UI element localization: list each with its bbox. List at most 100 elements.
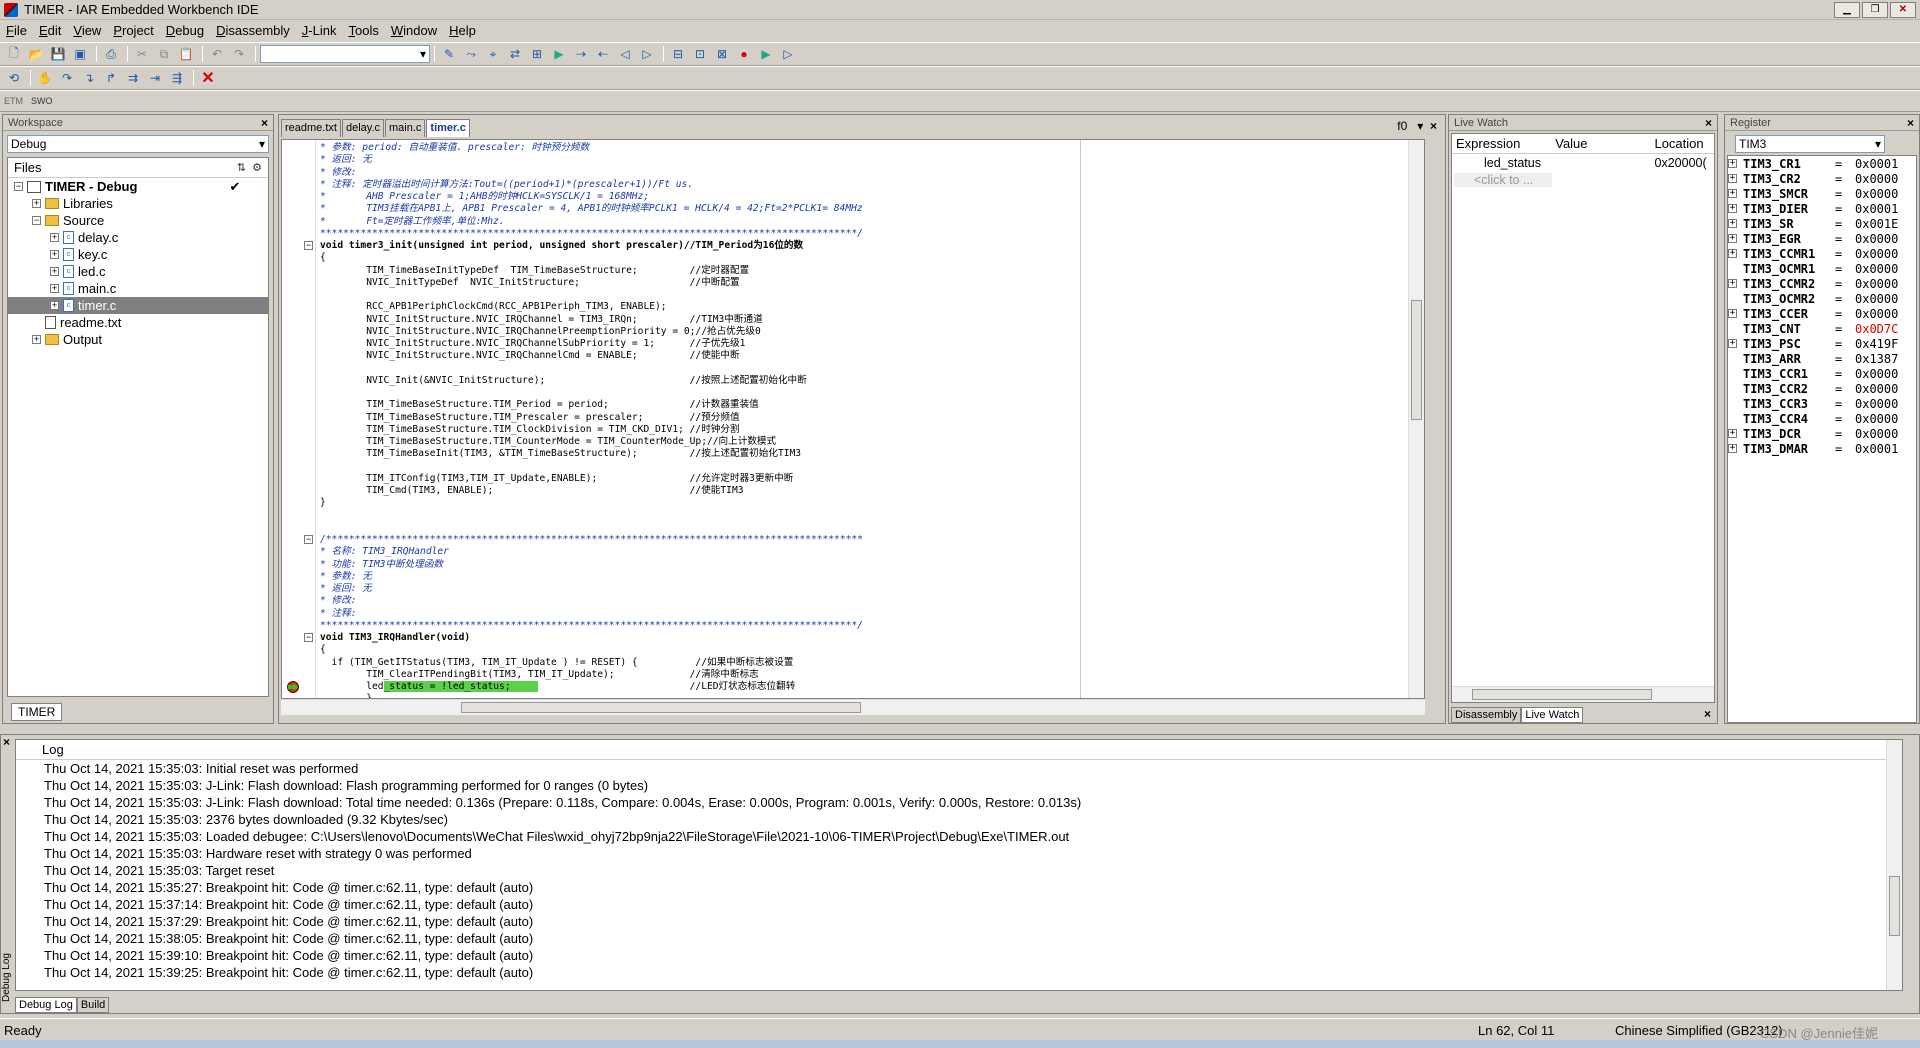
register-row[interactable]: TIM3_CCR1 = 0x0000 [1728, 366, 1916, 381]
save-all-icon[interactable]: ▣ [70, 45, 90, 63]
register-row[interactable]: TIM3_CCR3 = 0x0000 [1728, 396, 1916, 411]
minimize-button[interactable]: ▁ [1834, 2, 1860, 18]
run-to-cursor-icon[interactable]: ⇥ [145, 69, 165, 87]
code-view[interactable]: − − − * 参数: period: 自动重装值. prescaler: 时钟预分… [281, 139, 1425, 699]
register-row[interactable]: + TIM3_CCMR2 = 0x0000 [1728, 276, 1916, 291]
code-gutter[interactable]: − − − [282, 140, 316, 698]
fold-icon[interactable]: − [304, 633, 313, 642]
expand-icon[interactable]: + [1728, 339, 1737, 348]
register-value[interactable]: 0x0000 [1855, 292, 1915, 306]
expand-icon[interactable]: + [1728, 159, 1737, 168]
menu-view[interactable]: View [67, 21, 107, 41]
menu-window[interactable]: Window [385, 21, 443, 41]
register-value[interactable]: 0x0000 [1855, 277, 1915, 291]
save-icon[interactable]: 💾 [48, 45, 68, 63]
register-row[interactable]: TIM3_OCMR2 = 0x0000 [1728, 291, 1916, 306]
menu-jlink[interactable]: J-Link [296, 21, 343, 41]
register-row[interactable]: TIM3_ARR = 0x1387 [1728, 351, 1916, 366]
col-expression[interactable]: Expression [1452, 136, 1551, 151]
register-value[interactable]: 0x0001 [1855, 442, 1915, 456]
livewatch-tab-close-icon[interactable]: × [1704, 707, 1711, 721]
next-statement-icon[interactable]: ⇉ [123, 69, 143, 87]
next-bookmark-icon[interactable]: ⇢ [571, 45, 591, 63]
register-value[interactable]: 0x0000 [1855, 427, 1915, 441]
replace-icon[interactable]: ⇄ [505, 45, 525, 63]
menu-project[interactable]: Project [107, 21, 159, 41]
menu-edit[interactable]: Edit [33, 21, 67, 41]
tree-item[interactable]: + Output [8, 331, 268, 348]
maximize-button[interactable]: ❐ [1862, 2, 1888, 18]
register-row[interactable]: + TIM3_CR1 = 0x0001 [1728, 156, 1916, 171]
register-row[interactable]: TIM3_CCR2 = 0x0000 [1728, 381, 1916, 396]
step-over-icon[interactable]: ↷ [57, 69, 77, 87]
register-value[interactable]: 0x419F [1855, 337, 1915, 351]
tab-timer[interactable]: timer.c [426, 119, 470, 137]
register-value[interactable]: 0x0000 [1855, 412, 1915, 426]
col-value[interactable]: Value [1551, 136, 1650, 151]
register-row[interactable]: + TIM3_DMAR = 0x0001 [1728, 441, 1916, 456]
menu-help[interactable]: Help [443, 21, 482, 41]
nav-back-icon[interactable]: ◁ [615, 45, 635, 63]
col-location[interactable]: Location [1650, 136, 1714, 151]
find-next-icon[interactable]: ⤳ [461, 45, 481, 63]
break-icon[interactable]: ✋ [35, 69, 55, 87]
expand-icon[interactable]: + [50, 267, 59, 276]
register-value[interactable]: 0x0000 [1855, 307, 1915, 321]
tree-item[interactable]: + c main.c [8, 280, 268, 297]
close-button[interactable]: ✕ [1890, 2, 1916, 18]
paste-icon[interactable]: 📋 [176, 45, 196, 63]
tab-readme[interactable]: readme.txt [281, 119, 341, 137]
undo-icon[interactable]: ↶ [207, 45, 227, 63]
nav-forward-icon[interactable]: ▷ [637, 45, 657, 63]
tree-item[interactable]: readme.txt [8, 314, 268, 331]
go-icon[interactable]: ⇶ [167, 69, 187, 87]
find-icon[interactable]: ⌖ [483, 45, 503, 63]
register-row[interactable]: + TIM3_PSC = 0x419F [1728, 336, 1916, 351]
menu-file[interactable]: File [0, 21, 33, 41]
livewatch-close-icon[interactable]: × [1705, 116, 1712, 130]
register-row[interactable]: + TIM3_CCER = 0x0000 [1728, 306, 1916, 321]
expand-icon[interactable]: + [1728, 429, 1737, 438]
livewatch-hscrollbar[interactable] [1452, 686, 1714, 702]
open-file-icon[interactable]: 📂 [26, 45, 46, 63]
expand-icon[interactable]: + [32, 335, 41, 344]
register-row[interactable]: TIM3_OCMR1 = 0x0000 [1728, 261, 1916, 276]
expand-icon[interactable]: + [1728, 234, 1737, 243]
expand-icon[interactable]: + [1728, 189, 1737, 198]
make-icon[interactable]: ⊡ [690, 45, 710, 63]
function-navigator[interactable]: f0 ▾ × [1397, 119, 1437, 133]
register-row[interactable]: + TIM3_DCR = 0x0000 [1728, 426, 1916, 441]
swo-button[interactable]: SWO [31, 92, 53, 110]
expand-icon[interactable]: + [1728, 204, 1737, 213]
collapse-icon[interactable]: − [14, 182, 23, 191]
register-value[interactable]: 0x001E [1855, 217, 1915, 231]
step-out-icon[interactable]: ↱ [101, 69, 121, 87]
collapse-icon[interactable]: − [32, 216, 41, 225]
expand-icon[interactable]: + [50, 284, 59, 293]
stop-build-icon[interactable]: ⊠ [712, 45, 732, 63]
tab-debug-log[interactable]: Debug Log [15, 997, 77, 1013]
register-row[interactable]: + TIM3_CCMR1 = 0x0000 [1728, 246, 1916, 261]
register-value[interactable]: 0x0001 [1855, 202, 1915, 216]
log-close-icon[interactable]: × [3, 735, 10, 749]
tree-item[interactable]: − TIMER - Debug ✔ [8, 178, 268, 195]
step-into-icon[interactable]: ↴ [79, 69, 99, 87]
log-vscrollbar[interactable] [1886, 740, 1902, 990]
register-group-select[interactable]: TIM3 ▾ [1735, 135, 1885, 153]
expand-icon[interactable]: + [1728, 279, 1737, 288]
register-value[interactable]: 0x1387 [1855, 352, 1915, 366]
print-icon[interactable]: ⎙ [101, 45, 121, 63]
toggle-bookmark-icon[interactable]: ✎ [439, 45, 459, 63]
tree-item[interactable]: + c led.c [8, 263, 268, 280]
bookmark-icon[interactable]: ▶ [549, 45, 569, 63]
register-value[interactable]: 0x0000 [1855, 232, 1915, 246]
options-icon[interactable]: ⚙ [252, 162, 262, 174]
sort-icon[interactable]: ⇅ [237, 162, 246, 174]
compile-icon[interactable]: ⊟ [668, 45, 688, 63]
tab-build[interactable]: Build [76, 997, 110, 1013]
stop-debug-icon[interactable]: ✕ [198, 69, 218, 87]
register-row[interactable]: + TIM3_SR = 0x001E [1728, 216, 1916, 231]
prev-bookmark-icon[interactable]: ⇠ [593, 45, 613, 63]
register-value[interactable]: 0x0001 [1855, 157, 1915, 171]
register-value[interactable]: 0x0000 [1855, 187, 1915, 201]
